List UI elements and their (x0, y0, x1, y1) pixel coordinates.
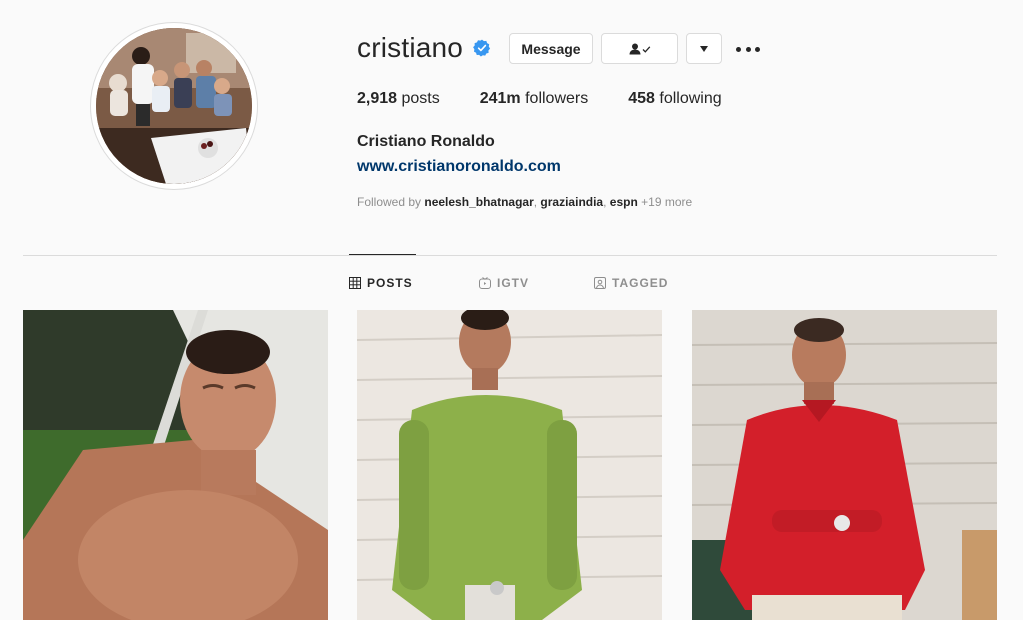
more-dot (755, 46, 760, 52)
following-button[interactable] (601, 33, 678, 64)
profile-username: cristiano (357, 32, 464, 63)
profile-full-name: Cristiano Ronaldo (357, 133, 495, 150)
tab-igtv[interactable]: IGTV (479, 276, 529, 290)
profile-avatar[interactable] (96, 28, 252, 184)
tab-tagged[interactable]: TAGGED (594, 276, 668, 290)
igtv-icon (479, 277, 491, 289)
profile-header: cristiano Message 2,918 posts 241m follo… (0, 0, 1023, 240)
tabs-divider (23, 255, 997, 256)
tab-igtv-label: IGTV (497, 276, 530, 290)
active-tab-indicator (349, 254, 416, 255)
followed-by-more: +19 more (637, 195, 693, 209)
posts-label: posts (397, 90, 440, 107)
followed-by-user: neelesh_bhatnagar (424, 195, 534, 209)
tab-posts[interactable]: POSTS (349, 276, 413, 290)
followers-stat[interactable]: 241m followers (480, 90, 589, 108)
more-dot (745, 46, 751, 52)
photo-green-shirt (357, 310, 662, 620)
caret-down-icon (700, 45, 708, 52)
person-check-icon (629, 43, 650, 54)
more-options-icon[interactable] (736, 40, 760, 58)
photo-shirtless-sunbathing (23, 310, 328, 620)
followers-label: followers (520, 90, 589, 107)
message-button[interactable]: Message (509, 33, 593, 64)
followed-by-prefix: Followed by (357, 195, 425, 209)
post-thumbnail[interactable] (692, 310, 997, 620)
posts-count: 2,918 (357, 90, 398, 107)
post-thumbnail[interactable] (23, 310, 328, 620)
suggestions-dropdown-button[interactable] (686, 33, 722, 64)
followed-by-separator: , (603, 195, 610, 209)
tagged-icon (594, 277, 606, 289)
post-thumbnail[interactable] (357, 310, 662, 620)
following-label: following (654, 90, 722, 107)
followed-by-user: graziaindia (540, 195, 604, 209)
followers-count: 241m (479, 90, 521, 107)
following-stat[interactable]: 458 following (628, 90, 721, 108)
profile-avatar-ring[interactable] (90, 22, 258, 190)
profile-website-link[interactable]: www.cristianoronaldo.com (357, 158, 561, 176)
photo-red-shirt (692, 310, 997, 620)
profile-stats: 2,918 posts 241m followers 458 following (357, 90, 762, 108)
avatar-family-photo (96, 28, 252, 184)
tab-posts-label: POSTS (367, 276, 413, 290)
username-row: cristiano (357, 32, 491, 64)
followed-by-user: espn (609, 195, 638, 209)
grid-icon (349, 277, 361, 289)
more-dot (736, 46, 741, 52)
verified-badge-icon (473, 39, 491, 57)
followed-by-text[interactable]: Followed by neelesh_bhatnagar, graziaind… (357, 195, 692, 209)
posts-stat: 2,918 posts (357, 90, 440, 108)
tab-tagged-label: TAGGED (612, 276, 669, 290)
following-count: 458 (628, 90, 655, 107)
